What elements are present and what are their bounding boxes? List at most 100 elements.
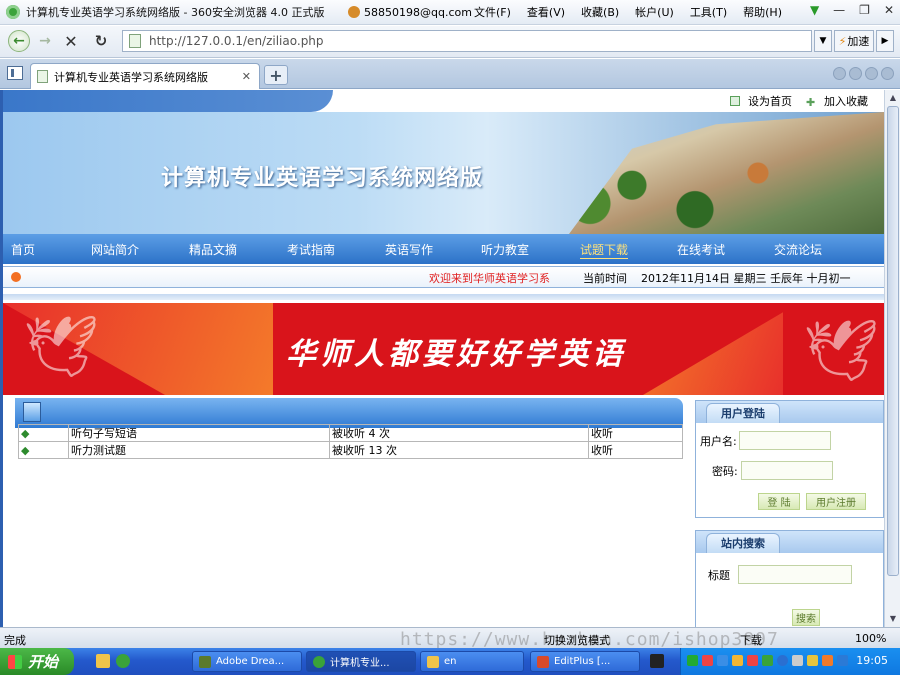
password-label: 密码: (712, 464, 738, 478)
nav-exam-guide[interactable]: 考试指南 (287, 241, 335, 258)
new-tab-button[interactable]: + (264, 65, 288, 85)
bullet-icon (11, 272, 21, 282)
lightning-icon: ⚡ (838, 34, 847, 48)
task-browser[interactable]: 计算机专业... (306, 651, 416, 672)
login-button[interactable]: 登 陆 (758, 493, 800, 510)
stop-button[interactable]: ✕ (60, 30, 82, 52)
set-home-link[interactable]: 设为首页 (730, 93, 792, 109)
search-title-row: 标题 (708, 565, 852, 584)
item-title-link[interactable]: 听力测试题 (68, 441, 330, 459)
back-button[interactable]: ← (8, 30, 30, 52)
browser-quicklaunch-icon[interactable] (116, 654, 130, 668)
top-links: 设为首页 ✚ 加入收藏 (730, 93, 868, 109)
folder-icon[interactable] (96, 654, 110, 668)
nav-forum[interactable]: 交流论坛 (774, 241, 822, 258)
title-bar: 计算机专业英语学习系统网络版 - 360安全浏览器 4.0 正式版 588501… (0, 0, 900, 25)
menu-account[interactable]: 帐户(U) (635, 4, 674, 20)
scroll-down-icon[interactable]: ▼ (887, 613, 899, 625)
clock-label: 当前时间 (583, 272, 627, 285)
task-folder[interactable]: en (420, 651, 524, 672)
nav-home[interactable]: 首页 (11, 241, 35, 258)
search-title-label: 标题 (708, 568, 730, 582)
listen-link[interactable]: 收听 (588, 424, 683, 442)
nav-online-exam[interactable]: 在线考试 (677, 241, 725, 258)
ie-icon[interactable] (777, 655, 788, 666)
app-tray-icon[interactable] (822, 655, 833, 666)
item-title-link[interactable]: 听句子写短语 (68, 424, 330, 442)
menu-favorites[interactable]: 收藏(B) (581, 4, 619, 20)
keyboard-icon[interactable] (650, 654, 664, 668)
compat-mode-button[interactable]: 切换浏览模式 (544, 632, 610, 648)
network-icon[interactable] (687, 655, 698, 666)
password-row: 密码: (712, 461, 833, 480)
address-field[interactable]: http://127.0.0.1/en/ziliao.php (122, 30, 812, 52)
welcome-marquee: 欢迎来到华师英语学习系 (429, 272, 550, 285)
tab-active[interactable]: 计算机专业英语学习系统网络版 ✕ (30, 63, 260, 89)
qq-icon[interactable] (717, 655, 728, 666)
search-button[interactable]: 搜索 (792, 609, 820, 626)
nav-downloads[interactable]: 试题下载 (580, 241, 629, 259)
tab-scroll-right-icon[interactable] (849, 67, 862, 80)
refresh-button[interactable]: ↻ (90, 30, 112, 52)
menu-view[interactable]: 查看(V) (527, 4, 565, 20)
minimize-button[interactable]: — (833, 3, 845, 17)
browser-logo-icon (6, 5, 20, 19)
menu-tools[interactable]: 工具(T) (690, 4, 727, 20)
menu-help[interactable]: 帮助(H) (743, 4, 782, 20)
monitor-tray-icon[interactable] (837, 655, 848, 666)
skin-icon[interactable]: ▼ (810, 3, 819, 17)
window-controls: ▼ — ❐ ✕ (810, 3, 894, 17)
sidebar-toggle-icon[interactable] (7, 66, 23, 80)
account-menu[interactable]: 58850198@qq.com (348, 6, 472, 19)
task-dreamweaver[interactable]: Adobe Drea... (192, 651, 302, 672)
tab-close-icon[interactable]: ✕ (242, 70, 251, 83)
navigation-toolbar: ← → ✕ ↻ http://127.0.0.1/en/ziliao.php ▼… (0, 26, 900, 58)
task-label: Adobe Drea... (216, 656, 285, 667)
listen-link[interactable]: 收听 (588, 441, 683, 459)
nav-articles[interactable]: 精品文摘 (189, 241, 237, 258)
accelerate-button[interactable]: ⚡ 加速 (834, 30, 874, 52)
tab-menu-icon[interactable] (881, 67, 894, 80)
window-title: 计算机专业英语学习系统网络版 - 360安全浏览器 4.0 正式版 (26, 6, 325, 19)
password-input[interactable] (740, 461, 833, 480)
login-panel: 用户登陆 用户名: 密码: 登 陆 用户注册 (695, 400, 884, 518)
tab-bar: 计算机专业英语学习系统网络版 ✕ + (0, 59, 900, 89)
forward-button[interactable]: → (34, 30, 56, 52)
home-icon (730, 96, 740, 106)
download-button[interactable]: 下载 (740, 632, 762, 648)
volume-icon[interactable] (792, 655, 803, 666)
separator (3, 294, 884, 300)
nav-writing[interactable]: 英语写作 (385, 241, 433, 258)
search-input[interactable] (738, 565, 852, 584)
add-favorite-link[interactable]: ✚ 加入收藏 (806, 93, 868, 109)
toolbar-more-button[interactable]: ▶ (876, 30, 894, 52)
task-editplus[interactable]: EditPlus [... (530, 651, 640, 672)
taskbar: 开始 Adobe Drea... 计算机专业... en EditPlus [.… (0, 648, 900, 675)
restore-button[interactable]: ❐ (859, 3, 870, 17)
clock-value: 2012年11月14日 星期三 壬辰年 十月初一 (641, 272, 851, 285)
listen-count: 被收听 13 次 (329, 441, 589, 459)
scroll-up-icon[interactable]: ▲ (887, 92, 899, 104)
menu-file[interactable]: 文件(F) (474, 4, 511, 20)
shield-icon[interactable] (807, 655, 818, 666)
username-input[interactable] (738, 431, 831, 450)
update-icon[interactable] (762, 655, 773, 666)
register-button[interactable]: 用户注册 (806, 493, 866, 510)
system-tray: 19:05 (680, 648, 900, 675)
security-icon[interactable] (702, 655, 713, 666)
nav-listening[interactable]: 听力教室 (481, 241, 529, 258)
tab-list-icon[interactable] (865, 67, 878, 80)
tab-scroll-left-icon[interactable] (833, 67, 846, 80)
start-button[interactable]: 开始 (0, 648, 74, 675)
page-scrollbar[interactable]: ▲ ▼ (884, 90, 900, 627)
accelerate-label: 加速 (847, 35, 870, 48)
close-button[interactable]: ✕ (884, 3, 894, 17)
nav-about[interactable]: 网站简介 (91, 241, 139, 258)
scroll-thumb[interactable] (887, 106, 899, 576)
zoom-level[interactable]: 100% (855, 632, 886, 645)
address-dropdown-button[interactable]: ▼ (814, 30, 832, 52)
antivirus-icon[interactable] (747, 655, 758, 666)
notify-icon[interactable] (732, 655, 743, 666)
status-text: 完成 (4, 634, 26, 647)
task-label: en (444, 656, 457, 667)
